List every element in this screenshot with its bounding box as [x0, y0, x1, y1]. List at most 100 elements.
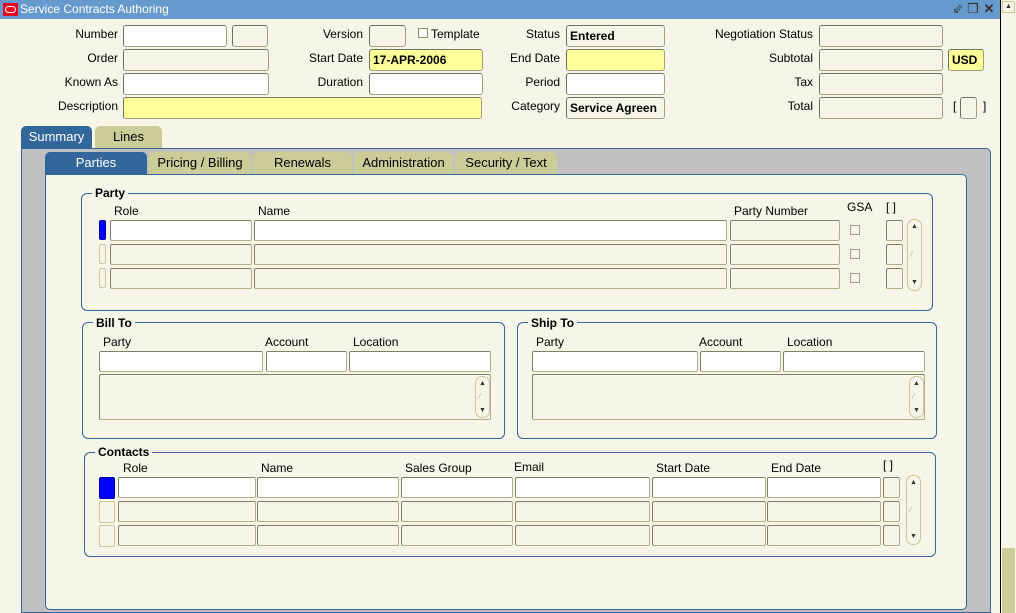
contact-row-selector[interactable]	[99, 477, 115, 499]
tax-field	[819, 73, 943, 95]
contact-email-cell[interactable]	[515, 525, 650, 546]
descriptive-flexfield[interactable]	[960, 97, 977, 119]
total-label: Total	[787, 99, 813, 113]
scroll-down-icon[interactable]: ▼	[908, 277, 921, 289]
duration-field[interactable]	[369, 73, 483, 95]
description-field[interactable]	[123, 97, 482, 119]
bill-to-col-account: Account	[265, 335, 309, 349]
scroll-grip-icon[interactable]: ⁄	[910, 505, 911, 514]
contact-start-date-cell[interactable]	[652, 525, 766, 546]
contact-name-cell[interactable]	[257, 525, 399, 546]
ship-to-location-field[interactable]	[783, 351, 925, 372]
period-field[interactable]	[566, 73, 665, 95]
tab-summary[interactable]: Summary	[21, 126, 92, 148]
scroll-grip-icon[interactable]: ⁄	[911, 250, 912, 259]
number-field[interactable]	[123, 25, 227, 47]
party-role-cell[interactable]	[110, 268, 252, 289]
template-checkbox[interactable]	[418, 28, 428, 38]
party-gsa-checkbox[interactable]	[850, 273, 860, 283]
contact-role-cell[interactable]	[118, 525, 256, 546]
party-role-cell[interactable]	[110, 220, 252, 241]
contact-flex-cell[interactable]	[883, 501, 900, 522]
party-name-cell[interactable]	[254, 244, 727, 265]
contact-sales-group-cell[interactable]	[401, 477, 513, 498]
scroll-grip-icon[interactable]: ⁄	[913, 392, 914, 401]
party-row-selector[interactable]	[99, 220, 106, 240]
contacts-scrollbar[interactable]: ▲ ⁄ ▼	[906, 475, 921, 545]
party-name-cell[interactable]	[254, 220, 727, 241]
version-label: Version	[322, 27, 363, 41]
contact-role-cell[interactable]	[118, 477, 256, 498]
subtotal-field	[819, 49, 943, 71]
scroll-down-icon[interactable]: ▼	[476, 405, 489, 417]
contact-start-date-cell[interactable]	[652, 477, 766, 498]
bill-to-location-field[interactable]	[349, 351, 491, 372]
tab-parties[interactable]: Parties	[45, 152, 147, 174]
close-icon[interactable]: ✕	[982, 1, 996, 17]
contact-sales-group-cell[interactable]	[401, 525, 513, 546]
tab-security-text[interactable]: Security / Text	[455, 152, 557, 174]
contact-flex-cell[interactable]	[883, 525, 900, 546]
contact-email-cell[interactable]	[515, 477, 650, 498]
ship-to-party-field[interactable]	[532, 351, 698, 372]
bill-to-group-title: Bill To	[93, 316, 135, 330]
currency-field[interactable]: USD	[948, 49, 984, 71]
party-row-selector[interactable]	[99, 268, 106, 288]
known-as-field[interactable]	[123, 73, 269, 95]
ship-to-account-field[interactable]	[700, 351, 781, 372]
contact-flex-cell[interactable]	[883, 477, 900, 498]
contact-name-cell[interactable]	[257, 477, 399, 498]
tab-renewals[interactable]: Renewals	[253, 152, 352, 174]
bill-to-party-field[interactable]	[99, 351, 263, 372]
contacts-col-end-date: End Date	[771, 461, 822, 475]
contact-email-cell[interactable]	[515, 501, 650, 522]
contact-end-date-cell[interactable]	[767, 477, 881, 498]
party-number-cell	[730, 244, 840, 265]
start-date-field[interactable]: 17-APR-2006	[369, 49, 483, 71]
scrollbar-thumb[interactable]	[1002, 548, 1015, 613]
tab-lines[interactable]: Lines	[95, 126, 162, 148]
contact-sales-group-cell[interactable]	[401, 501, 513, 522]
party-role-cell[interactable]	[110, 244, 252, 265]
scroll-up-icon[interactable]: ▲	[908, 221, 921, 233]
party-flex-cell[interactable]	[886, 244, 903, 265]
scroll-up-icon[interactable]: ▲	[1002, 1, 1015, 13]
scroll-down-icon[interactable]: ▼	[907, 531, 920, 543]
scroll-down-icon[interactable]: ▼	[910, 405, 923, 417]
end-date-field[interactable]	[566, 49, 665, 71]
party-gsa-checkbox[interactable]	[850, 225, 860, 235]
scroll-up-icon[interactable]: ▲	[476, 378, 489, 390]
scroll-grip-icon[interactable]: ⁄	[479, 392, 480, 401]
negotiation-status-field	[819, 25, 943, 47]
contact-name-cell[interactable]	[257, 501, 399, 522]
party-flex-cell[interactable]	[886, 268, 903, 289]
tab-pricing-billing[interactable]: Pricing / Billing	[149, 152, 251, 174]
contact-start-date-cell[interactable]	[652, 501, 766, 522]
party-name-cell[interactable]	[254, 268, 727, 289]
party-scrollbar[interactable]: ▲ ⁄ ▼	[907, 219, 922, 291]
window-scrollbar[interactable]: ▲	[1000, 0, 1016, 613]
contact-row-selector[interactable]	[99, 525, 115, 547]
party-gsa-checkbox[interactable]	[850, 249, 860, 259]
version-field[interactable]	[369, 25, 406, 47]
number-suffix-field[interactable]	[232, 25, 268, 47]
scroll-up-icon[interactable]: ▲	[910, 378, 923, 390]
contact-row-selector[interactable]	[99, 501, 115, 523]
party-row-selector[interactable]	[99, 244, 106, 264]
contact-end-date-cell[interactable]	[767, 501, 881, 522]
contact-role-cell[interactable]	[118, 501, 256, 522]
party-flex-cell[interactable]	[886, 220, 903, 241]
minimize-icon[interactable]: ⇙	[951, 1, 965, 17]
party-col-flex: [ ]	[886, 200, 897, 214]
ship-to-address-scrollbar[interactable]: ▲ ⁄ ▼	[909, 376, 924, 418]
ship-to-col-location: Location	[787, 335, 833, 349]
order-field[interactable]	[123, 49, 269, 71]
contact-end-date-cell[interactable]	[767, 525, 881, 546]
duration-label: Duration	[317, 75, 363, 89]
scroll-up-icon[interactable]: ▲	[907, 477, 920, 489]
tab-administration[interactable]: Administration	[354, 152, 453, 174]
contacts-col-start-date: Start Date	[656, 461, 711, 475]
bill-to-address-scrollbar[interactable]: ▲ ⁄ ▼	[475, 376, 490, 418]
restore-icon[interactable]: ❐	[966, 1, 980, 17]
bill-to-account-field[interactable]	[266, 351, 347, 372]
